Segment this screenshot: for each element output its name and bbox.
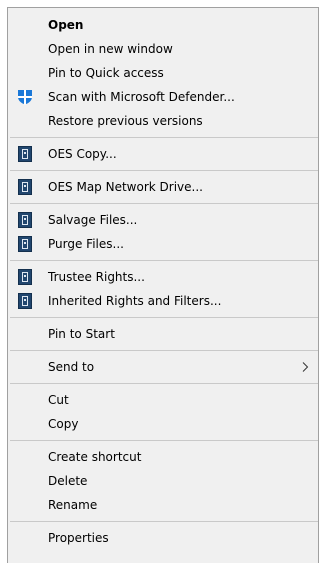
oes-tool-icon bbox=[18, 293, 32, 309]
menu-separator bbox=[10, 521, 318, 522]
menu-item-rename[interactable]: Rename bbox=[8, 493, 318, 517]
menu-item-delete[interactable]: Delete bbox=[8, 469, 318, 493]
menu-item-label: OES Map Network Drive... bbox=[48, 180, 203, 194]
menu-item-trustee-rights[interactable]: Trustee Rights... bbox=[8, 265, 318, 289]
menu-item-purge-files[interactable]: Purge Files... bbox=[8, 232, 318, 256]
defender-shield-icon bbox=[18, 90, 32, 105]
menu-item-create-shortcut[interactable]: Create shortcut bbox=[8, 445, 318, 469]
menu-item-label: Purge Files... bbox=[48, 237, 124, 251]
menu-item-pin-quick-access[interactable]: Pin to Quick access bbox=[8, 61, 318, 85]
menu-item-inherited-rights[interactable]: Inherited Rights and Filters... bbox=[8, 289, 318, 313]
menu-item-label: OES Copy... bbox=[48, 147, 117, 161]
menu-separator bbox=[10, 383, 318, 384]
menu-item-oes-copy[interactable]: OES Copy... bbox=[8, 142, 318, 166]
menu-item-label: Pin to Quick access bbox=[48, 66, 164, 80]
menu-item-open[interactable]: Open bbox=[8, 13, 318, 37]
menu-item-open-new-window[interactable]: Open in new window bbox=[8, 37, 318, 61]
menu-item-pin-start[interactable]: Pin to Start bbox=[8, 322, 318, 346]
menu-item-label: Rename bbox=[48, 498, 98, 512]
menu-item-label: Pin to Start bbox=[48, 327, 115, 341]
oes-tool-icon bbox=[18, 146, 32, 162]
menu-item-label: Restore previous versions bbox=[48, 114, 203, 128]
context-menu: Open Open in new window Pin to Quick acc… bbox=[7, 7, 319, 563]
menu-item-restore-versions[interactable]: Restore previous versions bbox=[8, 109, 318, 133]
oes-tool-icon bbox=[18, 269, 32, 285]
menu-item-label: Cut bbox=[48, 393, 69, 407]
menu-item-label: Open in new window bbox=[48, 42, 173, 56]
menu-item-label: Open bbox=[48, 18, 84, 32]
menu-item-label: Salvage Files... bbox=[48, 213, 138, 227]
menu-separator bbox=[10, 317, 318, 318]
menu-item-properties[interactable]: Properties bbox=[8, 526, 318, 550]
chevron-right-icon bbox=[302, 362, 309, 372]
menu-item-oes-map-drive[interactable]: OES Map Network Drive... bbox=[8, 175, 318, 199]
menu-item-send-to[interactable]: Send to bbox=[8, 355, 318, 379]
menu-item-label: Scan with Microsoft Defender... bbox=[48, 90, 235, 104]
menu-item-label: Send to bbox=[48, 360, 95, 374]
menu-item-label: Inherited Rights and Filters... bbox=[48, 294, 222, 308]
menu-separator bbox=[10, 440, 318, 441]
menu-item-cut[interactable]: Cut bbox=[8, 388, 318, 412]
oes-tool-icon bbox=[18, 179, 32, 195]
menu-item-label: Create shortcut bbox=[48, 450, 142, 464]
menu-item-scan-defender[interactable]: Scan with Microsoft Defender... bbox=[8, 85, 318, 109]
oes-tool-icon bbox=[18, 236, 32, 252]
menu-separator bbox=[10, 203, 318, 204]
menu-separator bbox=[10, 137, 318, 138]
menu-item-label: Copy bbox=[48, 417, 79, 431]
menu-item-label: Properties bbox=[48, 531, 109, 545]
oes-tool-icon bbox=[18, 212, 32, 228]
menu-item-salvage-files[interactable]: Salvage Files... bbox=[8, 208, 318, 232]
menu-separator bbox=[10, 260, 318, 261]
menu-separator bbox=[10, 350, 318, 351]
menu-item-label: Trustee Rights... bbox=[48, 270, 145, 284]
menu-separator bbox=[10, 170, 318, 171]
menu-item-copy[interactable]: Copy bbox=[8, 412, 318, 436]
menu-item-label: Delete bbox=[48, 474, 88, 488]
